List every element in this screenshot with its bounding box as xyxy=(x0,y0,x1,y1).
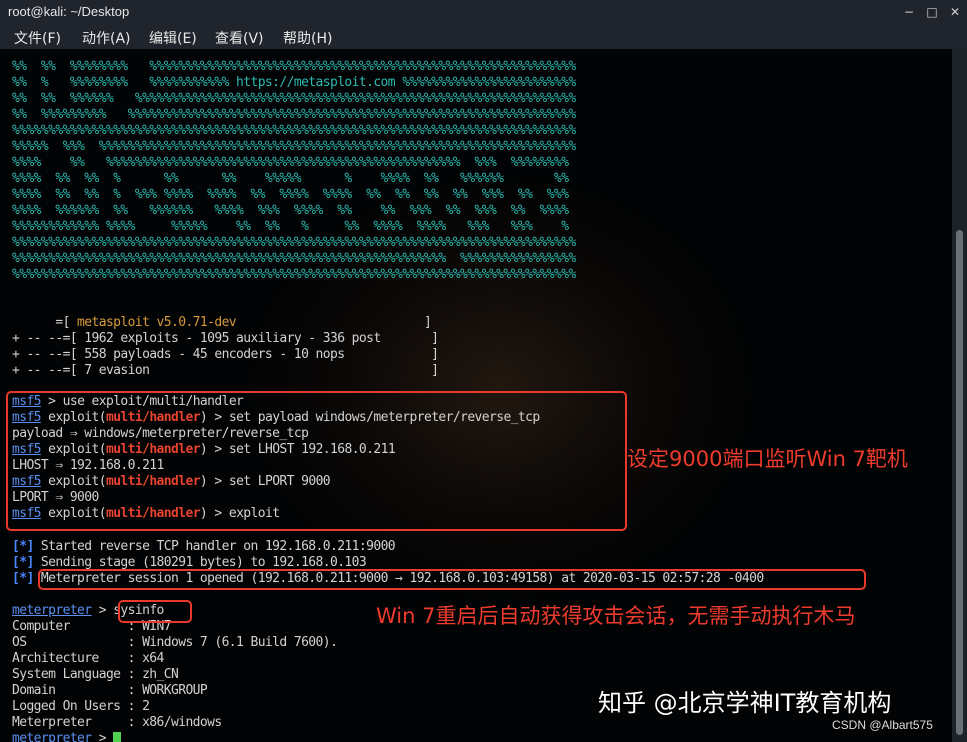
status-star: [*] xyxy=(12,555,34,570)
meterpreter-input-line[interactable]: meterpreter > xyxy=(12,731,122,742)
sysinfo-row: Logged On Users : 2 xyxy=(12,699,150,714)
banner-line: %%%% %% %%%%%%%%%%%%%%%%%%%%%%%%%%%%%%%%… xyxy=(12,155,569,170)
version-line: =[ metasploit v5.0.71-dev ] xyxy=(12,315,432,330)
stats-line: + -- --=[ 558 payloads - 45 encoders - 1… xyxy=(12,347,439,362)
stats-line: + -- --=[ 7 evasion ] xyxy=(12,363,439,378)
minimize-icon[interactable]: − xyxy=(900,3,918,21)
meterpreter-prompt: meterpreter xyxy=(12,603,92,618)
menu-action[interactable]: 动作(A) xyxy=(82,28,131,48)
banner-line: %%%%%%%%%%%%%%%%%%%%%%%%%%%%%%%%%%%%%%%%… xyxy=(12,123,576,138)
stats-line: + -- --=[ 1962 exploits - 1095 auxiliary… xyxy=(12,331,439,346)
zhihu-watermark: 知乎 @北京学神IT教育机构 xyxy=(598,689,892,717)
sysinfo-row: System Language : zh_CN xyxy=(12,667,179,682)
annotation-session: Win 7重启后自动获得攻击会话，无需手动执行木马 xyxy=(376,604,856,628)
banner-line: %%%%% %%% %%%%%%%%%%%%%%%%%%%%%%%%%%%%%%… xyxy=(12,139,576,154)
maximize-icon[interactable]: □ xyxy=(923,3,941,21)
banner-line: %% %%%%%%%%% %%%%%%%%%%%%%%%%%%%%%%%%%%%… xyxy=(12,107,576,122)
status-star: [*] xyxy=(12,539,34,554)
menu-bar: 文件(F) 动作(A) 编辑(E) 查看(V) 帮助(H) xyxy=(0,24,967,49)
menu-edit[interactable]: 编辑(E) xyxy=(149,28,197,48)
window-titlebar: root@kali: ~/Desktop − □ ✕ xyxy=(0,0,967,24)
sysinfo-row: OS : Windows 7 (6.1 Build 7600). xyxy=(12,635,338,650)
banner-line: %%%%%%%%%%%%%%%%%%%%%%%%%%%%%%%%%%%%%%%%… xyxy=(12,235,576,250)
sysinfo-highlight-box xyxy=(118,600,192,623)
banner-line: %%%% %% %% % %% %% %%%%% % %%%% %% %%%%%… xyxy=(12,171,569,186)
sysinfo-row: Domain : WORKGROUP xyxy=(12,683,208,698)
menu-help[interactable]: 帮助(H) xyxy=(283,28,332,48)
status-star: [*] xyxy=(12,571,34,586)
terminal-output[interactable]: %% %% %%%%%%%% %%%%%%%%%%%%%%%%%%%%%%%%%… xyxy=(0,49,952,742)
terminal-cursor xyxy=(113,732,122,742)
meterpreter-prompt: meterpreter xyxy=(12,731,92,742)
banner-line: %%%%%%%%%%%%%%%%%%%%%%%%%%%%%%%%%%%%%%%%… xyxy=(12,251,576,266)
menu-file[interactable]: 文件(F) xyxy=(14,28,61,48)
menu-view[interactable]: 查看(V) xyxy=(215,28,264,48)
banner-line: %% %% %%%%%% %%%%%%%%%%%%%%%%%%%%%%%%%%%… xyxy=(12,91,576,106)
banner-line: %%%%%%%%%%%%%%%%%%%%%%%%%%%%%%%%%%%%%%%%… xyxy=(12,267,576,282)
banner-line: %% % %%%%%%%% %%%%%%%%%%% https://metasp… xyxy=(12,75,576,90)
commands-highlight-box xyxy=(6,391,627,531)
window-title: root@kali: ~/Desktop xyxy=(8,4,130,19)
banner-line: %% %% %%%%%%%% %%%%%%%%%%%%%%%%%%%%%%%%%… xyxy=(12,59,576,74)
banner-line: %%%% %% %% % %%% %%%% %%%% %% %%%% %%%% … xyxy=(12,187,569,202)
sysinfo-row: Meterpreter : x86/windows xyxy=(12,715,222,730)
metasploit-banner: %% %% %%%%%%%% %%%%%%%%%%%%%%%%%%%%%%%%%… xyxy=(12,59,576,283)
scrollbar-thumb[interactable] xyxy=(956,230,963,735)
version-text: metasploit v5.0.71-dev xyxy=(77,315,237,330)
banner-line: %%%%%%%%%%%% %%%% %%%%% %% %% % %% %%%% … xyxy=(12,219,569,234)
banner-line: %%%% %%%%%% %% %%%%%% %%%% %%% %%%% %% %… xyxy=(12,203,569,218)
annotation-listen: 设定9000端口监听Win 7靶机 xyxy=(627,447,908,471)
status-line: [*] Started reverse TCP handler on 192.1… xyxy=(12,539,396,554)
session-highlight-box xyxy=(38,569,866,590)
sysinfo-row: Architecture : x64 xyxy=(12,651,164,666)
close-icon[interactable]: ✕ xyxy=(946,3,964,21)
csdn-watermark: CSDN @Albart575 xyxy=(832,718,933,732)
